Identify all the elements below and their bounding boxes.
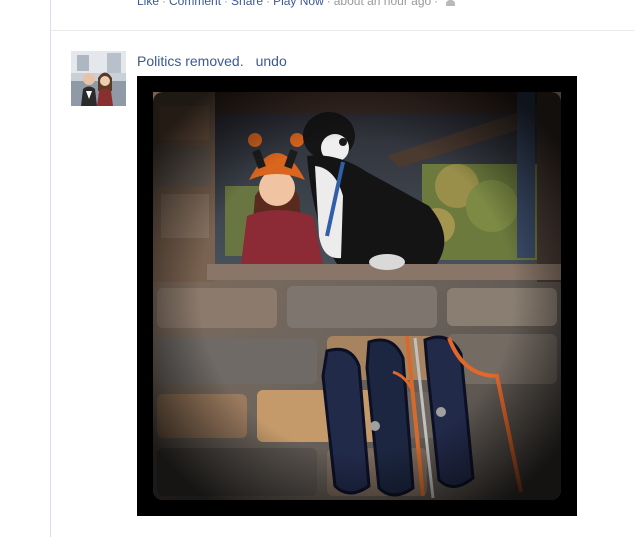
undo-link[interactable]: undo — [256, 53, 287, 69]
story-photo[interactable] — [137, 76, 577, 516]
play-now-link[interactable]: Play Now — [273, 0, 324, 8]
photo-dog-snowshoes — [137, 76, 577, 516]
separator-dot: · — [162, 0, 167, 8]
share-link[interactable]: Share — [231, 0, 263, 8]
separator-dot: · — [434, 0, 439, 8]
news-feed-page: Like · Comment · Share · Play Now · about an hou… — [0, 0, 634, 537]
status-line: Politics removed. undo — [137, 53, 287, 69]
feed-left-border — [50, 0, 51, 537]
previous-post-action-bar: Like · Comment · Share · Play Now · about an hou… — [137, 0, 456, 8]
post-timestamp[interactable]: about an hour ago — [334, 0, 431, 8]
separator-dot: · — [326, 0, 331, 8]
separator-dot: · — [266, 0, 271, 8]
comment-link[interactable]: Comment — [169, 0, 221, 8]
story-divider — [50, 30, 634, 31]
status-text: Politics removed. — [137, 53, 244, 69]
friends-icon[interactable] — [445, 0, 456, 6]
separator-dot: · — [224, 0, 229, 8]
profile-avatar[interactable] — [71, 51, 126, 106]
like-link[interactable]: Like — [137, 0, 159, 8]
